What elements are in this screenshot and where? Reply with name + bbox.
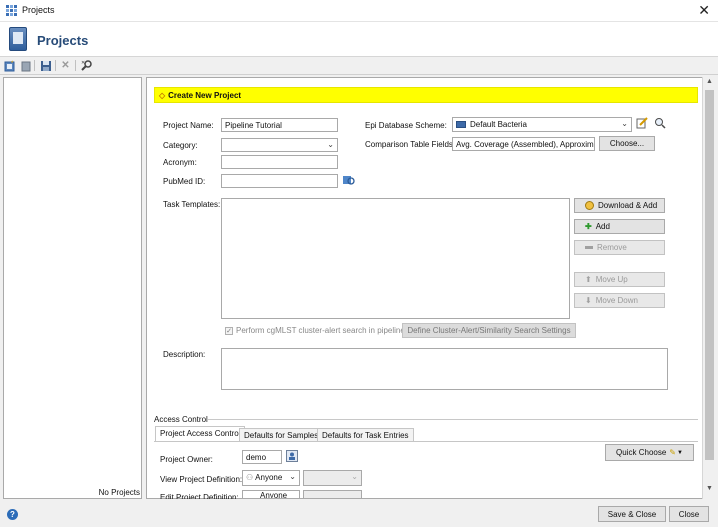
diamond-icon: ◇ — [159, 91, 166, 100]
download-add-button[interactable]: Download & Add — [574, 198, 665, 213]
description-label: Description: — [163, 350, 206, 359]
move-up-label: Move Up — [595, 275, 628, 284]
page-title: Projects — [37, 33, 89, 48]
remove-template-button[interactable]: Remove — [574, 240, 665, 255]
user-lookup-icon[interactable] — [286, 450, 298, 462]
banner-title: Create New Project — [168, 91, 242, 100]
comparison-fields-field[interactable]: Avg. Coverage (Assembled), Approximat — [452, 137, 595, 151]
close-window-icon[interactable]: ✕ — [698, 2, 710, 19]
epi-scheme-label: Epi Database Scheme: — [365, 121, 447, 130]
settings-icon[interactable]: ✕ — [80, 59, 93, 72]
toolbar-separator — [55, 60, 56, 71]
owner-label: Project Owner: — [160, 455, 213, 464]
task-templates-list[interactable] — [221, 198, 570, 319]
edit-definition-select[interactable]: Anyone — [242, 490, 300, 499]
delete-icon[interactable] — [19, 59, 32, 72]
vertical-scrollbar[interactable]: ▲ ▼ — [702, 77, 716, 499]
search-scheme-icon[interactable] — [654, 117, 666, 129]
view-definition-value: Anyone — [255, 473, 283, 482]
toolbar-separator — [75, 60, 76, 71]
window-title: Projects — [22, 5, 55, 15]
project-name-label: Project Name: — [163, 121, 214, 130]
move-down-label: Move Down — [595, 296, 638, 305]
define-settings-button[interactable]: Define Cluster-Alert/Similarity Search S… — [402, 323, 576, 338]
download-icon — [585, 201, 594, 210]
cgmlst-checkbox[interactable]: ✓ — [225, 327, 233, 335]
move-down-button[interactable]: ⬇ Move Down — [574, 293, 665, 308]
access-control-title: Access Control — [154, 415, 208, 424]
tab-project-access-control[interactable]: Project Access Control — [155, 426, 246, 441]
save-close-button[interactable]: Save & Close — [598, 506, 666, 522]
description-field[interactable] — [221, 348, 668, 390]
pubmed-label: PubMed ID: — [163, 177, 206, 186]
help-icon[interactable]: ? — [7, 509, 18, 520]
view-definition-select[interactable]: ⚇ Anyone ⌄ — [242, 470, 300, 486]
chevron-down-icon: ⌄ — [289, 472, 296, 481]
acronym-label: Acronym: — [163, 158, 197, 167]
scrollbar-thumb[interactable] — [705, 90, 714, 460]
category-label: Category: — [163, 141, 198, 150]
section-divider — [208, 419, 698, 420]
cancel-icon[interactable]: ✕ — [59, 59, 72, 72]
scroll-up-icon[interactable]: ▲ — [703, 78, 716, 90]
move-up-button[interactable]: ⬆ Move Up — [574, 272, 665, 287]
edit-definition-group-select[interactable] — [303, 490, 362, 499]
category-select[interactable]: ⌄ — [221, 138, 338, 152]
project-name-field[interactable]: Pipeline Tutorial — [221, 118, 338, 132]
quick-choose-label: Quick Choose — [616, 448, 667, 457]
toolbar: * ✕ ✕ — [0, 57, 718, 75]
project-book-icon — [9, 27, 27, 51]
acronym-field[interactable] — [221, 155, 338, 169]
scroll-down-icon[interactable]: ▼ — [703, 485, 716, 497]
task-templates-label: Task Templates: — [163, 200, 221, 209]
quick-choose-button[interactable]: Quick Choose ✎ ▼ — [605, 444, 694, 461]
epi-scheme-value: Default Bacteria — [470, 120, 527, 129]
arrow-up-icon: ⬆ — [585, 275, 592, 284]
view-definition-label: View Project Definition: — [160, 475, 243, 484]
page-header: Projects — [0, 22, 718, 57]
cgmlst-checkbox-label: Perform cgMLST cluster-alert search in p… — [236, 326, 409, 335]
add-template-label: Add — [595, 222, 610, 231]
chevron-down-icon: ⌄ — [327, 140, 334, 149]
add-template-button[interactable]: ✚ Add — [574, 219, 665, 234]
download-add-label: Download & Add — [598, 201, 658, 210]
edit-definition-value: Anyone — [260, 491, 288, 499]
choose-fields-button[interactable]: Choose... — [599, 136, 655, 151]
epi-scheme-select[interactable]: Default Bacteria ⌄ — [452, 117, 632, 132]
scheme-table-icon — [456, 121, 466, 128]
plus-icon: ✚ — [585, 222, 592, 231]
remove-template-label: Remove — [597, 243, 627, 252]
owner-field[interactable]: demo — [242, 450, 282, 464]
chevron-down-icon: ⌄ — [621, 119, 628, 128]
tab-defaults-samples[interactable]: Defaults for Samples — [239, 428, 324, 441]
project-list[interactable] — [3, 77, 142, 499]
pubmed-field[interactable] — [221, 174, 338, 188]
anyone-icon: ⚇ — [246, 473, 254, 482]
close-button[interactable]: Close — [669, 506, 709, 522]
create-project-banner: ◇ Create New Project — [154, 87, 698, 103]
svg-text:✕: ✕ — [81, 60, 85, 66]
new-project-icon[interactable]: * — [3, 59, 16, 72]
minus-icon — [585, 246, 593, 249]
edit-scheme-icon[interactable] — [636, 117, 648, 129]
tab-divider — [154, 441, 698, 442]
comparison-fields-label: Comparison Table Fields: — [365, 140, 456, 149]
toolbar-separator — [34, 60, 35, 71]
save-icon[interactable] — [39, 59, 52, 72]
arrow-down-icon: ⬇ — [585, 296, 592, 305]
project-count-label: No Projects — [98, 488, 140, 497]
magic-wand-icon: ✎ — [669, 448, 676, 457]
dropdown-caret-icon: ▼ — [677, 449, 683, 456]
chevron-down-icon: ⌄ — [351, 472, 358, 481]
window-title-bar: Projects ✕ — [0, 0, 718, 22]
view-definition-group-select[interactable]: ⌄ — [303, 470, 362, 486]
edit-definition-label: Edit Project Definition: — [160, 493, 239, 499]
tab-defaults-task-entries[interactable]: Defaults for Task Entries — [317, 428, 414, 441]
app-grid-icon — [6, 5, 17, 16]
pubmed-lookup-icon[interactable] — [342, 174, 356, 186]
